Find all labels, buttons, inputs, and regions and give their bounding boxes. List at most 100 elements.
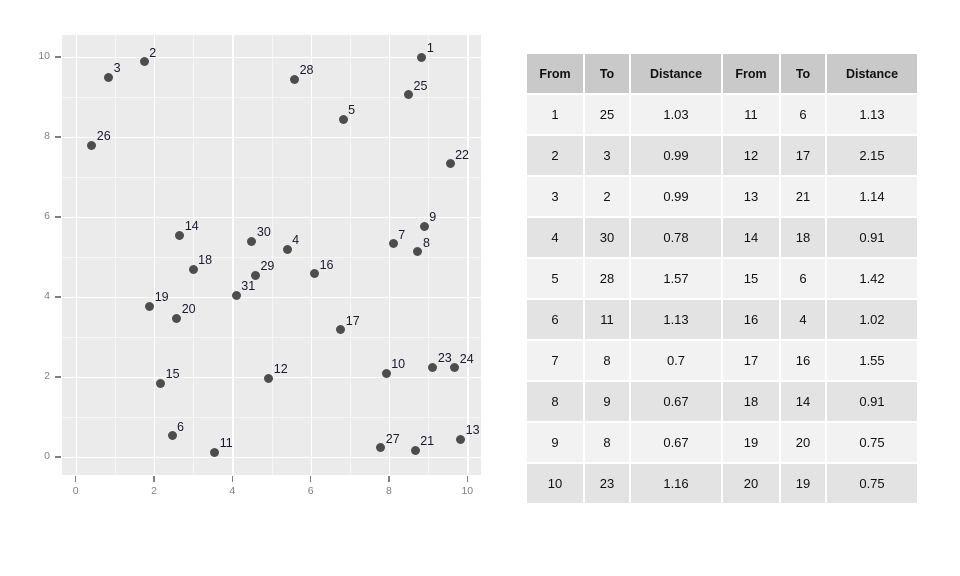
gridline-major-horizontal [62, 137, 481, 139]
table-cell: 0.99 [631, 136, 721, 175]
table-cell: 1.57 [631, 259, 721, 298]
scatter-point [172, 313, 182, 323]
table-cell: 1.42 [827, 259, 917, 298]
scatter-point [410, 445, 420, 455]
table-cell: 1.55 [827, 341, 917, 380]
gridline-major-vertical [310, 35, 312, 475]
gridline-minor-horizontal [62, 257, 481, 258]
scatter-point [456, 434, 466, 444]
table-cell: 1.16 [631, 464, 721, 503]
scatter-point [445, 159, 455, 169]
scatter-point [167, 431, 177, 441]
gridline-minor-horizontal [62, 337, 481, 338]
table-cell: 5 [527, 259, 583, 298]
scatter-plot-figure: 0 2 4 6 8 10 0 2 4 6 8 10 1 2 3 4 5 6 7 8 9 10 11 12 13 14 15 16 17… [0, 0, 520, 576]
scatter-point-label: 14 [184, 219, 199, 234]
table-cell: 1.13 [631, 300, 721, 339]
table-cell: 1.03 [631, 95, 721, 134]
table-cell: 4 [781, 300, 825, 339]
table-cell: 0.78 [631, 218, 721, 257]
table-cell: 12 [723, 136, 779, 175]
gridline-minor-vertical [428, 35, 429, 475]
table-cell: 17 [723, 341, 779, 380]
gridline-minor-vertical [271, 35, 273, 475]
y-tick-mark [55, 376, 61, 378]
gridline-minor-horizontal [62, 417, 481, 418]
table-cell: 7 [527, 341, 583, 380]
gridline-major-horizontal [62, 217, 481, 219]
x-tick-label: 6 [307, 485, 314, 497]
gridline-major-vertical [154, 35, 156, 475]
table-column-header: From [527, 54, 583, 93]
table-column-header: To [585, 54, 629, 93]
x-tick-label: 10 [461, 485, 474, 497]
scatter-point [139, 57, 149, 67]
scatter-point-label: 23 [437, 351, 452, 365]
gridline-major-horizontal [62, 297, 481, 299]
table-row: 3 2 0.99 13 21 1.14 [527, 177, 917, 216]
table-cell: 16 [723, 300, 779, 339]
table-cell: 28 [585, 259, 629, 298]
y-tick-mark [55, 56, 61, 58]
y-tick-label: 8 [44, 130, 50, 142]
table-row: 10 23 1.16 20 19 0.75 [527, 464, 917, 503]
table-cell: 9 [527, 423, 583, 462]
scatter-point [290, 74, 300, 84]
scatter-point [282, 244, 292, 254]
distance-table-wrap: From To Distance From To Distance 1 25 1.03 11 6 1… [525, 52, 919, 505]
gridline-minor-vertical [193, 35, 194, 475]
x-tick-mark [231, 476, 234, 482]
y-tick-mark [55, 216, 61, 218]
table-cell: 0.99 [631, 177, 721, 216]
scatter-point [210, 447, 220, 457]
table-cell: 0.75 [827, 423, 917, 462]
x-tick-mark [466, 476, 468, 482]
scatter-point-label: 15 [165, 367, 180, 381]
gridline-major-vertical [75, 35, 77, 475]
table-cell: 6 [781, 259, 825, 298]
scatter-point-label: 30 [256, 225, 271, 239]
y-tick-label: 0 [44, 450, 50, 462]
table-row: 8 9 0.67 18 14 0.91 [527, 382, 917, 421]
table-cell: 0.91 [827, 218, 917, 257]
gridline-minor-horizontal [62, 177, 481, 178]
scatter-point [156, 378, 166, 388]
scatter-point-label: 11 [219, 436, 233, 451]
scatter-point-label: 20 [181, 302, 196, 317]
table-cell: 13 [723, 177, 779, 216]
table-cell: 0.91 [827, 382, 917, 421]
gridline-major-vertical [232, 35, 234, 475]
table-cell: 20 [781, 423, 825, 462]
scatter-point-label: 24 [459, 351, 474, 366]
table-cell: 1.13 [827, 95, 917, 134]
table-cell: 2.15 [827, 136, 917, 175]
y-tick-label: 4 [44, 290, 50, 302]
table-row: 1 25 1.03 11 6 1.13 [527, 95, 917, 134]
scatter-point [231, 290, 241, 300]
scatter-point [264, 373, 274, 383]
scatter-point [381, 368, 391, 378]
scatter-point [104, 72, 114, 82]
scatter-point-label: 6 [177, 419, 184, 434]
gridline-minor-vertical [349, 35, 351, 475]
table-column-header: Distance [631, 54, 721, 93]
table-cell: 14 [781, 382, 825, 421]
scatter-point [247, 236, 257, 246]
table-cell: 6 [781, 95, 825, 134]
table-row: 4 30 0.78 14 18 0.91 [527, 218, 917, 257]
scatter-point-label: 21 [420, 434, 435, 449]
table-cell: 23 [585, 464, 629, 503]
table-cell: 21 [781, 177, 825, 216]
x-tick-label: 8 [386, 485, 392, 497]
x-tick-label: 2 [151, 485, 157, 497]
y-tick-label: 6 [44, 210, 50, 222]
scatter-point-label: 5 [348, 103, 356, 118]
x-tick-mark [388, 476, 390, 482]
x-tick-mark [309, 476, 312, 482]
table-cell: 15 [723, 259, 779, 298]
table-cell: 11 [585, 300, 629, 339]
table-cell: 11 [723, 95, 779, 134]
y-tick-mark [55, 136, 61, 138]
table-cell: 16 [781, 341, 825, 380]
scatter-point-label: 27 [385, 431, 400, 446]
